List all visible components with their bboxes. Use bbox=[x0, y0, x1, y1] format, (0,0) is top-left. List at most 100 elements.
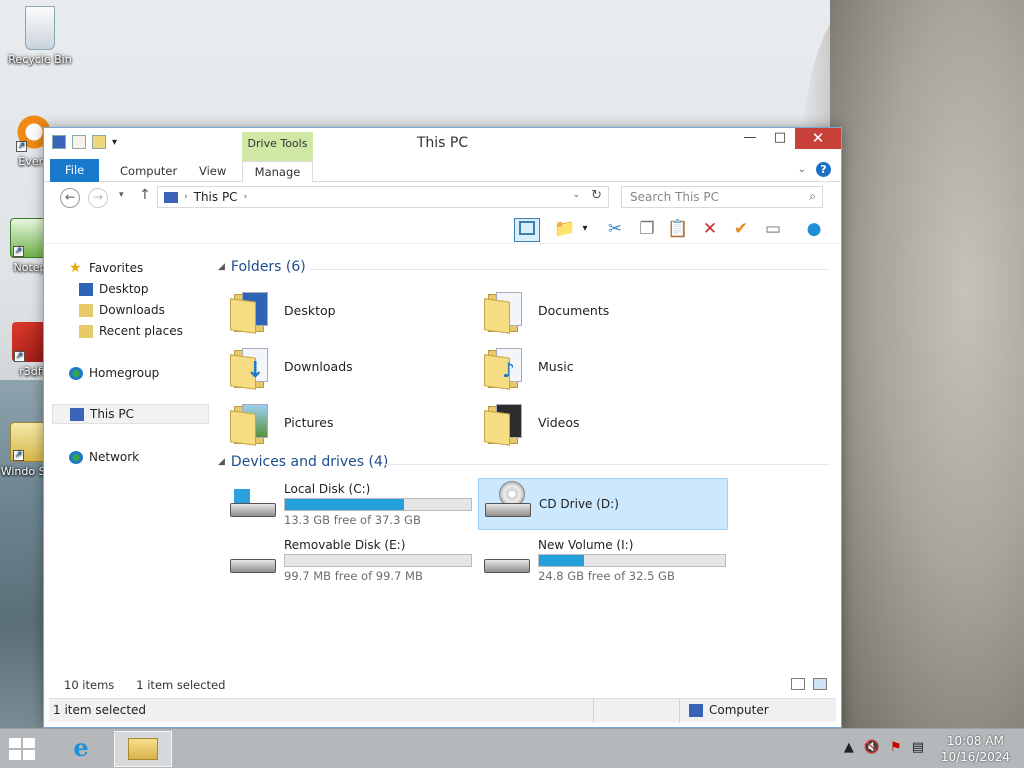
internet-explorer-icon[interactable]: e bbox=[52, 731, 110, 767]
folder-downloads[interactable]: ↓ Downloads bbox=[230, 339, 470, 393]
cd-drive-icon bbox=[485, 481, 531, 519]
refresh-icon[interactable]: ↻ bbox=[591, 188, 602, 203]
file-explorer-taskbar-button[interactable] bbox=[114, 731, 172, 767]
nav-downloads[interactable]: Downloads bbox=[79, 300, 165, 320]
selected-count: 1 item selected bbox=[136, 678, 226, 692]
drive-free-space: 13.3 GB free of 37.3 GB bbox=[284, 512, 421, 527]
recent-places-icon bbox=[79, 324, 93, 338]
network-icon bbox=[69, 450, 83, 464]
search-icon[interactable]: ⌕ bbox=[809, 189, 816, 204]
folders-group-header[interactable]: ◢ Folders (6) bbox=[218, 259, 306, 275]
nav-this-pc-label: This PC bbox=[90, 407, 134, 421]
address-field[interactable]: › This PC › ⌄ ↻ bbox=[157, 186, 609, 208]
removable-disk-icon bbox=[230, 545, 276, 575]
rename-icon[interactable]: ✔ bbox=[728, 218, 754, 242]
clock[interactable]: 10:08 AM 10/16/2024 bbox=[941, 733, 1010, 765]
nav-homegroup[interactable]: Homegroup bbox=[69, 363, 159, 383]
explorer-window: ▾ This PC — □ ✕ Drive Tools File Compute… bbox=[43, 127, 842, 728]
item-count: 10 items bbox=[64, 678, 115, 692]
network-status-icon[interactable]: ▤ bbox=[912, 740, 924, 755]
preview-pane-button[interactable] bbox=[514, 218, 540, 242]
r3dfi-label: r3dfi bbox=[19, 365, 45, 378]
drive-tools-label: Drive Tools bbox=[247, 137, 308, 150]
breadcrumb-this-pc[interactable]: This PC bbox=[194, 190, 238, 204]
title-bar[interactable]: ▾ This PC — □ ✕ bbox=[44, 128, 841, 158]
ribbon-tabs: Drive Tools File Computer View Manage ⌄ … bbox=[44, 132, 841, 182]
address-dropdown-icon[interactable]: ⌄ bbox=[572, 190, 580, 200]
breadcrumb-separator-icon: › bbox=[184, 192, 188, 202]
settings-globe-icon[interactable]: ● bbox=[801, 218, 827, 242]
large-icons-view-icon[interactable] bbox=[813, 678, 827, 690]
folder-videos[interactable]: Videos bbox=[484, 395, 724, 449]
recycle-bin-desktop-icon[interactable]: Recycle Bin bbox=[4, 6, 76, 66]
drive-name: New Volume (I:) bbox=[538, 537, 634, 552]
action-center-icon[interactable]: ⚑ bbox=[890, 740, 902, 755]
start-button[interactable] bbox=[6, 735, 40, 763]
drive-local-disk-c[interactable]: Local Disk (C:) 13.3 GB free of 37.3 GB bbox=[224, 478, 474, 530]
nav-this-pc[interactable]: This PC bbox=[52, 404, 209, 424]
properties-folder-icon[interactable]: 📁 bbox=[552, 218, 578, 242]
drive-new-volume-i[interactable]: New Volume (I:) 24.8 GB free of 32.5 GB bbox=[478, 534, 728, 586]
system-tray: ▲ 🔇 ⚑ ▤ bbox=[844, 740, 924, 755]
copy-icon[interactable]: ❐ bbox=[634, 218, 660, 242]
view-switcher bbox=[791, 678, 827, 690]
close-button[interactable]: ✕ bbox=[795, 128, 841, 149]
group-divider bbox=[384, 464, 830, 465]
folder-pictures-label: Pictures bbox=[284, 414, 334, 430]
windows-logo-icon bbox=[9, 738, 21, 748]
volume-muted-icon[interactable]: 🔇 bbox=[864, 740, 880, 755]
recent-locations-dropdown-icon[interactable]: ▾ bbox=[119, 190, 124, 200]
drive-name: Removable Disk (E:) bbox=[284, 537, 406, 552]
drives-group-label: Devices and drives (4) bbox=[230, 454, 389, 470]
show-hidden-icons-icon[interactable]: ▲ bbox=[844, 740, 854, 755]
breadcrumb-chevron-icon[interactable]: › bbox=[244, 192, 248, 202]
drive-cd-d[interactable]: CD Drive (D:) bbox=[478, 478, 728, 530]
help-icon[interactable]: ? bbox=[816, 162, 831, 177]
folder-documents[interactable]: Documents bbox=[484, 283, 724, 337]
nav-favorites-label: Favorites bbox=[89, 261, 144, 275]
nav-desktop-label: Desktop bbox=[99, 282, 149, 296]
status-zone: Computer bbox=[689, 703, 769, 717]
folder-pictures[interactable]: Pictures bbox=[230, 395, 470, 449]
map-drive-icon[interactable]: ▭ bbox=[760, 218, 786, 242]
paste-icon[interactable]: 📋 bbox=[665, 218, 691, 242]
star-icon: ★ bbox=[69, 259, 82, 276]
back-button[interactable]: ← bbox=[60, 188, 80, 208]
group-divider bbox=[310, 269, 830, 270]
tab-view[interactable]: View bbox=[187, 161, 238, 182]
up-button[interactable]: ↑ bbox=[139, 187, 151, 203]
status-zone-label: Computer bbox=[709, 703, 769, 717]
drive-usage-bar bbox=[538, 553, 726, 567]
folder-desktop[interactable]: Desktop bbox=[230, 283, 470, 337]
item-count-bar: 10 items 1 item selected bbox=[64, 678, 225, 692]
tab-computer[interactable]: Computer bbox=[108, 161, 189, 182]
folder-desktop-label: Desktop bbox=[284, 302, 336, 318]
drive-removable-e[interactable]: Removable Disk (E:) 99.7 MB free of 99.7… bbox=[224, 534, 474, 586]
folder-downloads-label: Downloads bbox=[284, 358, 353, 374]
properties-dropdown-icon[interactable]: ▾ bbox=[578, 218, 592, 242]
cut-icon[interactable]: ✂ bbox=[602, 218, 628, 242]
expand-ribbon-icon[interactable]: ⌄ bbox=[798, 164, 806, 175]
drive-usage-bar bbox=[284, 497, 472, 511]
drive-free-space: 99.7 MB free of 99.7 MB bbox=[284, 568, 423, 583]
nav-network[interactable]: Network bbox=[69, 447, 139, 467]
forward-button[interactable]: → bbox=[88, 188, 108, 208]
minimize-button[interactable]: — bbox=[735, 128, 765, 149]
tab-manage[interactable]: Manage bbox=[242, 161, 313, 182]
drives-group-header[interactable]: ◢ Devices and drives (4) bbox=[218, 454, 388, 470]
downloads-folder-icon: ↓ bbox=[230, 344, 274, 390]
folder-videos-label: Videos bbox=[538, 414, 580, 430]
status-bar: 1 item selected Computer bbox=[49, 698, 836, 723]
folder-music[interactable]: ♪ Music bbox=[484, 339, 724, 393]
details-view-icon[interactable] bbox=[791, 678, 805, 690]
nav-desktop[interactable]: Desktop bbox=[79, 279, 149, 299]
delete-icon[interactable]: ✕ bbox=[697, 218, 723, 242]
drive-free-space: 24.8 GB free of 32.5 GB bbox=[538, 568, 675, 583]
tab-file[interactable]: File bbox=[50, 159, 100, 182]
nav-recent-places[interactable]: Recent places bbox=[79, 321, 183, 341]
nav-favorites[interactable]: ★ Favorites bbox=[69, 258, 143, 278]
nav-network-label: Network bbox=[89, 450, 140, 464]
maximize-button[interactable]: □ bbox=[765, 128, 795, 149]
navigation-pane: ★ Favorites Desktop Downloads Recent pla… bbox=[49, 256, 209, 676]
search-input[interactable]: Search This PC ⌕ bbox=[621, 186, 823, 208]
